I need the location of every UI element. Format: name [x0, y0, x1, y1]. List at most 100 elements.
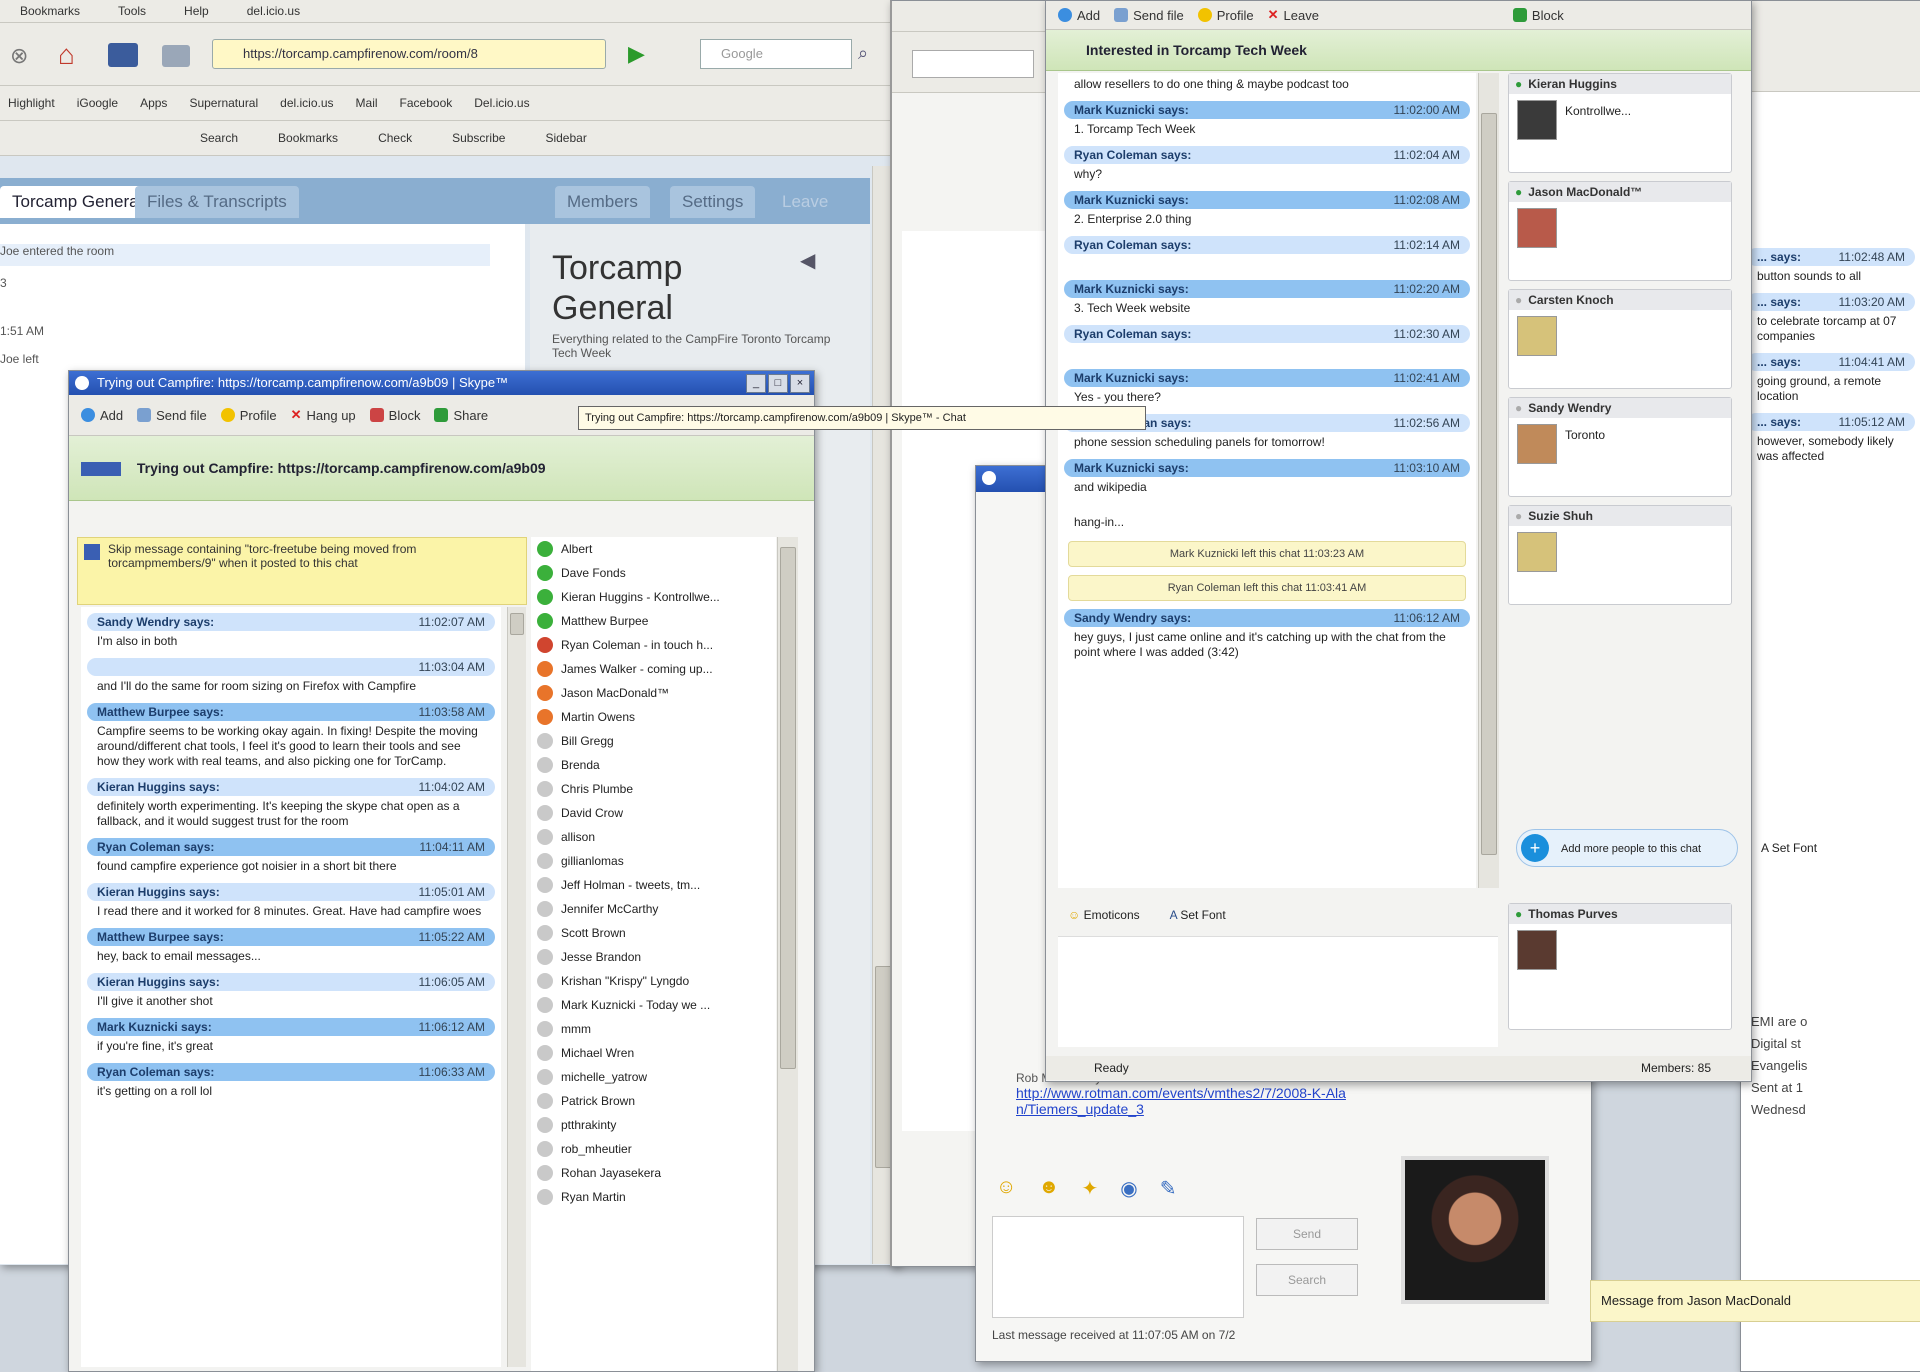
- member-item[interactable]: Scott Brown: [531, 921, 776, 945]
- my-profile-card[interactable]: ● Thomas Purves: [1508, 903, 1732, 1030]
- member-item[interactable]: ptthrakinty: [531, 1113, 776, 1137]
- toolbar2-bookmarks[interactable]: Bookmarks: [278, 131, 338, 145]
- message-alert[interactable]: Message from Jason MacDonald: [1590, 1280, 1920, 1322]
- participant-card[interactable]: ● Jason MacDonald™: [1508, 181, 1732, 281]
- member-item[interactable]: Krishan "Krispy" Lyngdo: [531, 969, 776, 993]
- member-item[interactable]: Patrick Brown: [531, 1089, 776, 1113]
- member-item[interactable]: Martin Owens: [531, 705, 776, 729]
- tab-members[interactable]: Members: [555, 186, 650, 218]
- search-box[interactable]: Google: [700, 39, 852, 69]
- profile-button[interactable]: Profile: [1197, 8, 1254, 23]
- home-icon[interactable]: ⌂: [58, 39, 75, 71]
- message-input[interactable]: [992, 1216, 1244, 1318]
- chat1-topic[interactable]: Trying out Campfire: https://torcamp.cam…: [69, 436, 814, 501]
- share-button[interactable]: Share: [434, 408, 488, 423]
- bookmark-item[interactable]: Supernatural: [189, 96, 258, 110]
- url-bar[interactable]: https://torcamp.campfirenow.com/room/8: [212, 39, 606, 69]
- member-scrollbar[interactable]: [777, 537, 798, 1371]
- member-item[interactable]: Ryan Coleman - in touch h...: [531, 633, 776, 657]
- member-item[interactable]: Bill Gregg: [531, 729, 776, 753]
- tab-room[interactable]: Torcamp General: [0, 186, 155, 218]
- bookmark-item[interactable]: Facebook: [400, 96, 453, 110]
- search-icon[interactable]: ⌕: [858, 43, 868, 64]
- chat1-scrollbar[interactable]: [507, 607, 526, 1367]
- member-item[interactable]: Dave Fonds: [531, 561, 776, 585]
- toolbar2-sidebar[interactable]: Sidebar: [545, 131, 586, 145]
- tab-settings[interactable]: Settings: [670, 186, 756, 218]
- member-item[interactable]: Jeff Holman - tweets, tm...: [531, 873, 776, 897]
- member-item[interactable]: Rohan Jayasekera: [531, 1161, 776, 1185]
- minimize-button[interactable]: _: [746, 374, 766, 393]
- toolbar2-subscribe[interactable]: Subscribe: [452, 131, 505, 145]
- member-item[interactable]: Mark Kuznicki - Today we ...: [531, 993, 776, 1017]
- hangup-button[interactable]: ✕ Hang up: [291, 407, 356, 423]
- profile-button[interactable]: Profile: [220, 408, 277, 423]
- member-item[interactable]: gillianlomas: [531, 849, 776, 873]
- wink-icon[interactable]: ☻: [1038, 1176, 1059, 1206]
- bookmark-item[interactable]: Del.icio.us: [474, 96, 529, 110]
- member-item[interactable]: Ryan Martin: [531, 1185, 776, 1209]
- member-item[interactable]: Chris Plumbe: [531, 777, 776, 801]
- emoticons-button[interactable]: ☺ Emoticons: [1068, 908, 1140, 922]
- member-item[interactable]: Albert: [531, 537, 776, 561]
- bookmark-item[interactable]: Highlight: [8, 96, 55, 110]
- scroll-thumb[interactable]: [1481, 113, 1497, 855]
- toolbar2-search[interactable]: Search: [200, 131, 238, 145]
- send-file-button[interactable]: Send file: [1114, 8, 1184, 23]
- member-item[interactable]: michelle_yatrow: [531, 1065, 776, 1089]
- menu-delicious[interactable]: del.icio.us: [247, 0, 300, 22]
- menu-help[interactable]: Help: [184, 0, 209, 22]
- go-icon[interactable]: ▶: [628, 41, 645, 67]
- pen-icon[interactable]: ✎: [1160, 1176, 1177, 1206]
- member-item[interactable]: Michael Wren: [531, 1041, 776, 1065]
- maximize-button[interactable]: □: [768, 374, 788, 393]
- member-item[interactable]: allison: [531, 825, 776, 849]
- member-item[interactable]: Matthew Burpee: [531, 609, 776, 633]
- gift-icon[interactable]: ✦: [1081, 1176, 1098, 1206]
- search-button[interactable]: Search: [1256, 1264, 1358, 1296]
- scroll-thumb[interactable]: [780, 547, 796, 1069]
- scroll-thumb[interactable]: [510, 613, 524, 635]
- leave-button[interactable]: ✕ Leave: [1268, 7, 1319, 23]
- member-item[interactable]: rob_mheutier: [531, 1137, 776, 1161]
- participant-card[interactable]: ● Carsten Knoch: [1508, 289, 1732, 389]
- block-button[interactable]: Block: [369, 408, 420, 423]
- bookmark-item[interactable]: Apps: [140, 96, 167, 110]
- participant-card[interactable]: ● Kieran Huggins Kontrollwe...: [1508, 73, 1732, 173]
- middle-url[interactable]: [912, 50, 1034, 78]
- participant-card[interactable]: ● Sandy Wendry Toronto: [1508, 397, 1732, 497]
- member-item[interactable]: David Crow: [531, 801, 776, 825]
- add-people-button[interactable]: + Add more people to this chat: [1516, 829, 1738, 867]
- send-file-button[interactable]: Send file: [137, 408, 207, 423]
- bookmark-item[interactable]: iGoogle: [77, 96, 118, 110]
- block-button[interactable]: Block: [1512, 8, 1564, 23]
- back-icon[interactable]: ⊗: [10, 43, 28, 69]
- right-set-font[interactable]: A Set Font: [1761, 841, 1817, 855]
- save-icon[interactable]: [108, 43, 138, 67]
- add-button[interactable]: Add: [81, 408, 123, 423]
- emoticon-icon[interactable]: ☺: [996, 1176, 1016, 1206]
- chat2-input[interactable]: [1058, 936, 1498, 1047]
- member-item[interactable]: Jennifer McCarthy: [531, 897, 776, 921]
- close-button[interactable]: ×: [790, 374, 810, 393]
- send-button[interactable]: Send: [1256, 1218, 1358, 1250]
- bookmark-item[interactable]: Mail: [356, 96, 378, 110]
- chat-link[interactable]: http://www.rotman.com/events/vmthes2/7/2…: [1016, 1085, 1356, 1117]
- menu-bookmarks[interactable]: Bookmarks: [20, 0, 80, 22]
- member-item[interactable]: Jason MacDonald™: [531, 681, 776, 705]
- tab-leave[interactable]: Leave: [770, 186, 840, 218]
- member-item[interactable]: James Walker - coming up...: [531, 657, 776, 681]
- add-button[interactable]: Add: [1058, 8, 1100, 23]
- collapse-icon[interactable]: ◀: [800, 248, 815, 273]
- member-item[interactable]: Brenda: [531, 753, 776, 777]
- globe-icon[interactable]: ◉: [1120, 1176, 1137, 1206]
- menu-tools[interactable]: Tools: [118, 0, 146, 22]
- print-icon[interactable]: [162, 45, 190, 67]
- chat2-topic[interactable]: Interested in Torcamp Tech Week: [1046, 30, 1751, 71]
- member-item[interactable]: mmm: [531, 1017, 776, 1041]
- bookmark-item[interactable]: del.icio.us: [280, 96, 333, 110]
- set-font-button[interactable]: A Set Font: [1170, 908, 1226, 922]
- chat2-scrollbar[interactable]: [1478, 73, 1499, 888]
- participant-card[interactable]: ● Suzie Shuh: [1508, 505, 1732, 605]
- member-item[interactable]: Jesse Brandon: [531, 945, 776, 969]
